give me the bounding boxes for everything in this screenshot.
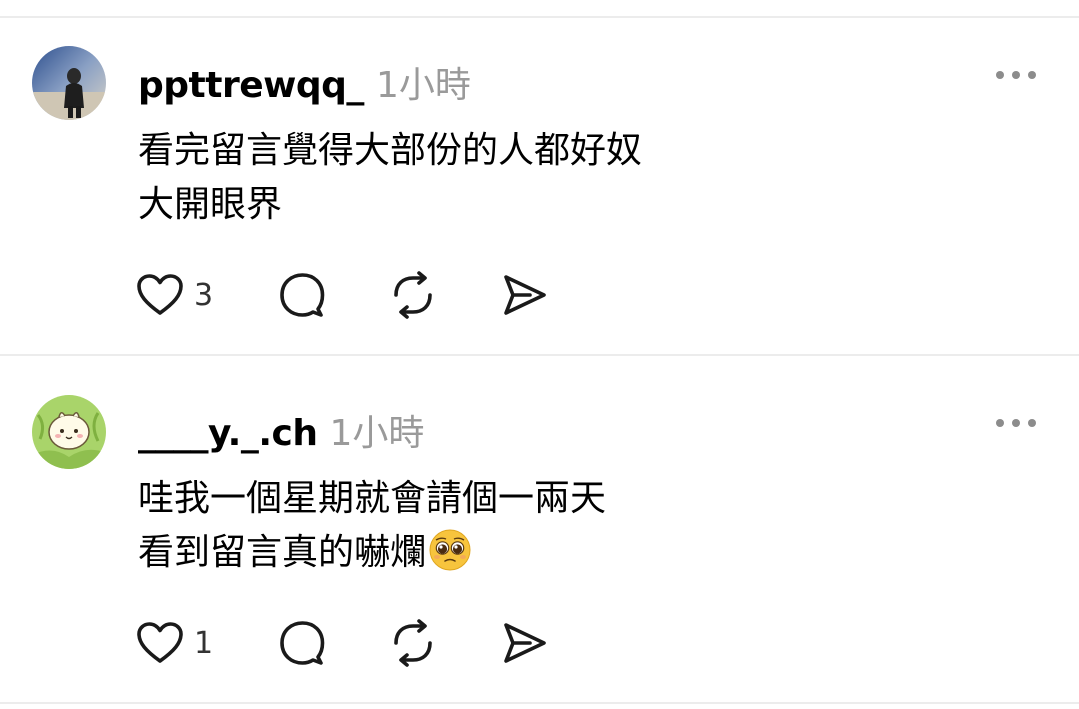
post-text-line-with-emoji: 看到留言真的嚇爛 (138, 526, 606, 580)
timestamp: 1小時 (375, 65, 471, 106)
post-text: 哇我一個星期就會請個一兩天 看到留言真的嚇爛 (138, 472, 606, 580)
post-text-line: 大開眼界 (138, 184, 283, 225)
repost-icon (394, 619, 432, 667)
comment-icon (280, 273, 325, 317)
more-options-icon[interactable] (996, 68, 1036, 82)
post-text-line: 哇我一個星期就會請個一兩天 (138, 478, 607, 519)
post-header: ____y._.ch 1小時 (138, 404, 424, 456)
avatar[interactable] (32, 395, 106, 469)
post-text-line: 看到留言真的嚇爛 (138, 532, 427, 573)
like-count: 1 (194, 625, 214, 661)
heart-icon (137, 622, 183, 663)
comment-button[interactable] (278, 618, 326, 668)
more-options-icon[interactable] (996, 416, 1036, 430)
bottom-divider (0, 702, 1079, 704)
like-button[interactable]: 1 (136, 618, 213, 668)
like-count: 3 (194, 277, 214, 313)
send-icon (504, 623, 546, 663)
post-divider (0, 354, 1079, 356)
pleading-face-emoji-icon (428, 528, 472, 572)
comment-button[interactable] (278, 270, 326, 320)
action-bar: 3 (136, 270, 576, 320)
person-photo-avatar-icon (32, 46, 106, 120)
top-divider (0, 16, 1079, 18)
repost-button[interactable] (388, 618, 438, 668)
post-text: 看完留言覺得大部份的人都好奴 大開眼界 (138, 124, 642, 232)
post-text-line: 看完留言覺得大部份的人都好奴 (138, 130, 643, 171)
send-icon (504, 275, 546, 315)
action-bar: 1 (136, 618, 576, 668)
avatar[interactable] (32, 46, 106, 120)
share-button[interactable] (500, 618, 548, 668)
cartoon-character-avatar-icon (32, 395, 106, 469)
username[interactable]: ppttrewqq_ (138, 65, 364, 106)
username[interactable]: ____y._.ch (138, 413, 318, 454)
repost-button[interactable] (388, 270, 438, 320)
share-button[interactable] (500, 270, 548, 320)
comment-icon (280, 621, 325, 665)
like-button[interactable]: 3 (136, 270, 213, 320)
timestamp: 1小時 (329, 413, 425, 454)
heart-icon (137, 274, 183, 315)
post-header: ppttrewqq_ 1小時 (138, 56, 471, 108)
repost-icon (394, 271, 432, 319)
